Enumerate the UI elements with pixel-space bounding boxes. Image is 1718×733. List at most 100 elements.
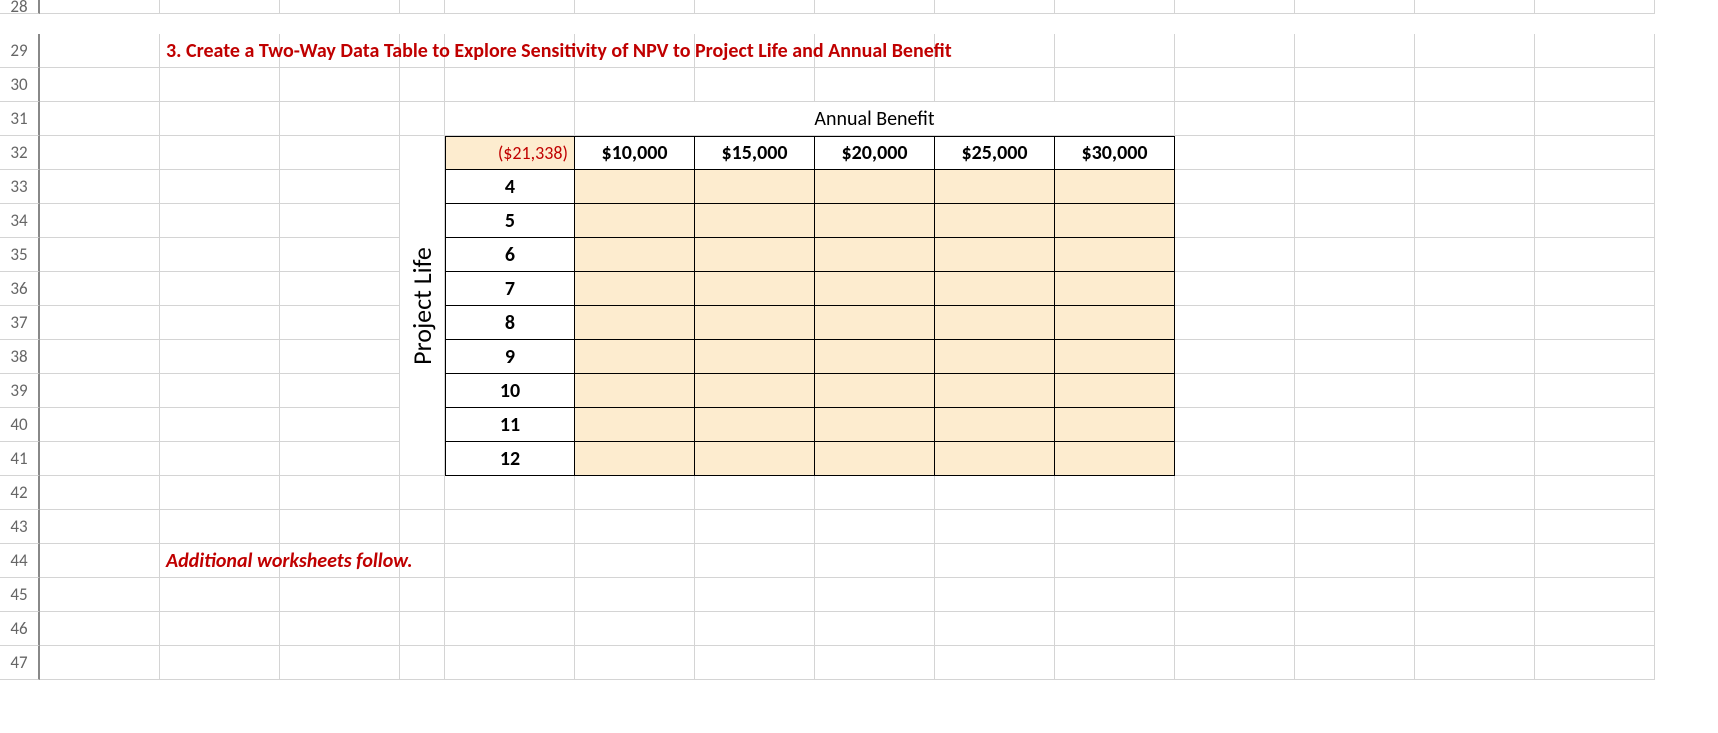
row-header-life-1[interactable]: 5 xyxy=(445,204,575,238)
data-cell[interactable] xyxy=(575,408,695,442)
cell[interactable] xyxy=(1415,68,1535,102)
data-cell[interactable] xyxy=(1055,306,1175,340)
column-axis-label[interactable]: Annual Benefit xyxy=(575,102,1175,136)
cell[interactable] xyxy=(1175,544,1295,578)
cell[interactable] xyxy=(1535,204,1655,238)
cell[interactable] xyxy=(575,578,695,612)
cell[interactable] xyxy=(935,476,1055,510)
cell[interactable] xyxy=(1295,340,1415,374)
cell[interactable] xyxy=(1175,204,1295,238)
cell[interactable] xyxy=(1175,0,1295,14)
cell[interactable] xyxy=(1175,238,1295,272)
cell[interactable] xyxy=(1175,102,1295,136)
data-cell[interactable] xyxy=(1055,204,1175,238)
cell[interactable] xyxy=(1535,646,1655,680)
col-header-benefit-2[interactable]: $20,000 xyxy=(815,136,935,170)
cell[interactable] xyxy=(280,170,400,204)
cell[interactable] xyxy=(40,340,160,374)
cell[interactable] xyxy=(1535,68,1655,102)
data-cell[interactable] xyxy=(1055,170,1175,204)
cell[interactable] xyxy=(400,0,445,14)
cell[interactable] xyxy=(40,170,160,204)
data-cell[interactable] xyxy=(575,204,695,238)
data-cell[interactable] xyxy=(935,340,1055,374)
cell[interactable] xyxy=(160,170,280,204)
cell[interactable] xyxy=(1415,204,1535,238)
cell[interactable] xyxy=(445,68,575,102)
cell[interactable] xyxy=(160,578,280,612)
cell[interactable] xyxy=(1415,612,1535,646)
cell[interactable] xyxy=(695,646,815,680)
data-cell[interactable] xyxy=(575,374,695,408)
cell[interactable] xyxy=(1175,442,1295,476)
row-header[interactable]: 31 xyxy=(0,102,40,136)
cell[interactable] xyxy=(815,612,935,646)
cell[interactable] xyxy=(160,136,280,170)
cell[interactable] xyxy=(1175,68,1295,102)
cell[interactable] xyxy=(40,34,160,68)
cell[interactable] xyxy=(575,612,695,646)
row-header[interactable]: 42 xyxy=(0,476,40,510)
cell[interactable] xyxy=(815,510,935,544)
cell[interactable] xyxy=(815,544,935,578)
cell[interactable] xyxy=(1535,34,1655,68)
cell[interactable] xyxy=(400,68,445,102)
row-header-life-0[interactable]: 4 xyxy=(445,170,575,204)
cell[interactable] xyxy=(160,204,280,238)
cell[interactable] xyxy=(40,136,160,170)
data-cell[interactable] xyxy=(695,306,815,340)
row-header-life-3[interactable]: 7 xyxy=(445,272,575,306)
data-cell[interactable] xyxy=(815,374,935,408)
cell[interactable] xyxy=(1175,510,1295,544)
data-cell[interactable] xyxy=(695,340,815,374)
cell[interactable] xyxy=(1295,170,1415,204)
data-cell[interactable] xyxy=(815,340,935,374)
cell[interactable] xyxy=(280,136,400,170)
cell[interactable] xyxy=(40,204,160,238)
cell[interactable] xyxy=(1175,612,1295,646)
data-cell[interactable] xyxy=(815,170,935,204)
cell[interactable] xyxy=(1295,408,1415,442)
cell[interactable] xyxy=(935,34,1055,68)
row-header-life-5[interactable]: 9 xyxy=(445,340,575,374)
data-cell[interactable] xyxy=(935,170,1055,204)
spreadsheet-grid[interactable]: 28 29 3. Create a Two-Way Data Table to … xyxy=(0,0,1718,680)
cell[interactable] xyxy=(160,272,280,306)
cell[interactable] xyxy=(160,102,280,136)
cell[interactable] xyxy=(160,68,280,102)
cell[interactable] xyxy=(1295,238,1415,272)
cell[interactable] xyxy=(1535,544,1655,578)
row-header[interactable]: 37 xyxy=(0,306,40,340)
cell[interactable] xyxy=(1295,646,1415,680)
cell[interactable] xyxy=(280,306,400,340)
cell[interactable] xyxy=(1535,170,1655,204)
row-header[interactable]: 34 xyxy=(0,204,40,238)
cell[interactable] xyxy=(445,0,575,14)
row-header[interactable]: 46 xyxy=(0,612,40,646)
col-header-benefit-3[interactable]: $25,000 xyxy=(935,136,1055,170)
data-cell[interactable] xyxy=(1055,272,1175,306)
cell[interactable] xyxy=(815,68,935,102)
cell[interactable] xyxy=(1055,578,1175,612)
cell[interactable] xyxy=(400,646,445,680)
row-header[interactable]: 45 xyxy=(0,578,40,612)
cell[interactable] xyxy=(280,272,400,306)
cell[interactable] xyxy=(1415,306,1535,340)
cell[interactable] xyxy=(1175,578,1295,612)
data-cell[interactable] xyxy=(695,374,815,408)
data-cell[interactable] xyxy=(935,204,1055,238)
cell[interactable] xyxy=(280,340,400,374)
cell[interactable] xyxy=(160,306,280,340)
cell[interactable] xyxy=(1295,306,1415,340)
data-cell[interactable] xyxy=(575,272,695,306)
row-header[interactable]: 44 xyxy=(0,544,40,578)
row-header-life-4[interactable]: 8 xyxy=(445,306,575,340)
cell[interactable] xyxy=(695,0,815,14)
cell[interactable] xyxy=(400,476,445,510)
cell[interactable] xyxy=(160,374,280,408)
cell[interactable] xyxy=(815,578,935,612)
cell[interactable] xyxy=(575,68,695,102)
cell[interactable] xyxy=(1295,510,1415,544)
cell[interactable] xyxy=(40,374,160,408)
cell[interactable] xyxy=(1295,544,1415,578)
